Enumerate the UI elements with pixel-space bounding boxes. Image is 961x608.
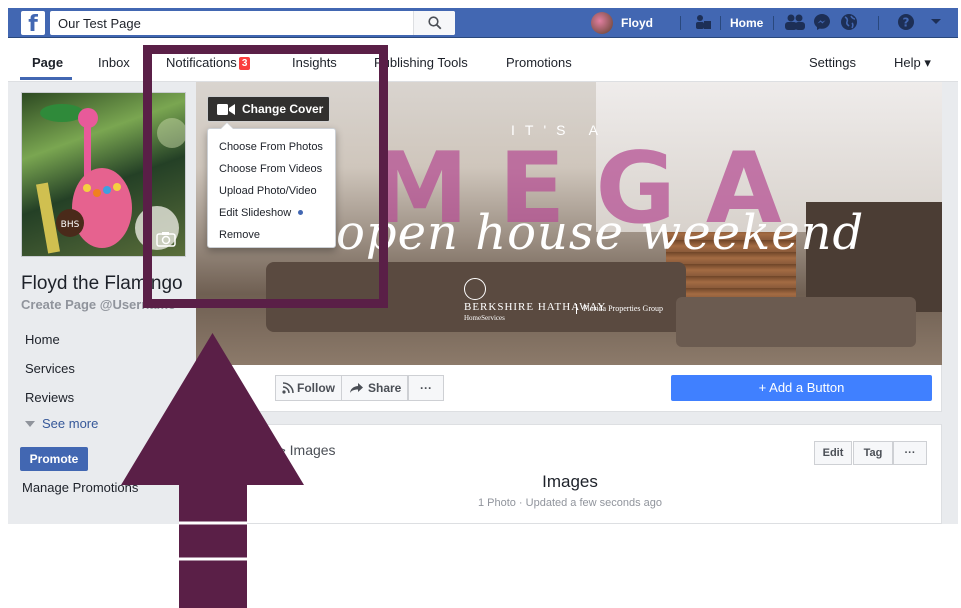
profile-name: Floyd bbox=[621, 16, 653, 30]
cover-ottoman bbox=[676, 297, 916, 347]
tab-publishing-tools[interactable]: Publishing Tools bbox=[374, 55, 468, 70]
more-options-button[interactable]: ··· bbox=[408, 375, 444, 401]
album-title: Images bbox=[542, 472, 598, 491]
help-icon[interactable]: ? bbox=[897, 13, 915, 31]
avatar bbox=[591, 12, 613, 34]
cover-art-script: open house weekend bbox=[336, 205, 865, 261]
cover-brand-sub: HomeServices bbox=[464, 314, 505, 322]
page-action-bar: Follow Share ··· + Add a Button bbox=[196, 365, 942, 412]
facebook-logo-icon[interactable]: f bbox=[21, 11, 45, 35]
home-link[interactable]: Home bbox=[730, 11, 763, 35]
see-more-link[interactable]: See more bbox=[25, 416, 98, 431]
screenshot-root: f Floyd Home bbox=[0, 0, 961, 608]
share-arrow-icon bbox=[350, 383, 363, 393]
edit-button[interactable]: Edit bbox=[814, 441, 852, 465]
tab-help[interactable]: Help ▾ bbox=[894, 55, 931, 71]
brand-logo-icon bbox=[464, 278, 486, 300]
divider bbox=[680, 16, 681, 30]
chevron-down-icon bbox=[25, 421, 35, 427]
album-subtitle: 1 Photo · Updated a few seconds ago bbox=[477, 497, 663, 509]
tab-page[interactable]: Page bbox=[32, 55, 63, 70]
friend-requests-icon[interactable] bbox=[784, 13, 806, 31]
promote-button[interactable]: Promote bbox=[20, 447, 88, 471]
divider bbox=[720, 16, 721, 30]
add-a-button[interactable]: + Add a Button bbox=[671, 375, 932, 401]
cover-group-name: Florida Properties Group bbox=[576, 304, 663, 314]
search-icon bbox=[428, 16, 442, 30]
notifications-globe-icon[interactable] bbox=[840, 13, 858, 31]
top-bar: f Floyd Home bbox=[8, 8, 958, 38]
share-label: Share bbox=[368, 381, 402, 395]
svg-text:?: ? bbox=[903, 16, 910, 30]
sidebar-item-home[interactable]: Home bbox=[25, 332, 60, 347]
see-more-label: See more bbox=[42, 416, 99, 431]
profile-link[interactable]: Floyd bbox=[591, 11, 653, 35]
divider bbox=[878, 16, 879, 30]
annotation-highlight-box bbox=[143, 45, 388, 308]
messenger-icon[interactable] bbox=[813, 13, 831, 31]
tab-settings[interactable]: Settings bbox=[809, 55, 856, 70]
more-options-button[interactable]: ··· bbox=[893, 441, 927, 465]
sidebar-item-services[interactable]: Services bbox=[25, 361, 75, 376]
divider bbox=[773, 16, 774, 30]
svg-text:BHS: BHS bbox=[61, 220, 80, 230]
tag-button[interactable]: Tag bbox=[853, 441, 893, 465]
account-menu-chevron-down-icon[interactable] bbox=[930, 18, 942, 26]
share-button[interactable]: Share bbox=[341, 375, 408, 401]
sidebar-item-reviews[interactable]: Reviews bbox=[25, 390, 74, 405]
images-card: Albums > Images Edit Tag ··· Images 1 Ph… bbox=[196, 424, 942, 524]
active-tab-indicator bbox=[20, 77, 72, 80]
annotation-arrow-up-icon bbox=[121, 333, 304, 608]
tab-promotions[interactable]: Promotions bbox=[506, 55, 572, 70]
search-bar bbox=[50, 11, 455, 35]
tab-inbox[interactable]: Inbox bbox=[98, 55, 130, 70]
find-friends-icon[interactable] bbox=[694, 13, 712, 31]
search-input[interactable] bbox=[50, 11, 410, 35]
search-button[interactable] bbox=[413, 11, 455, 35]
